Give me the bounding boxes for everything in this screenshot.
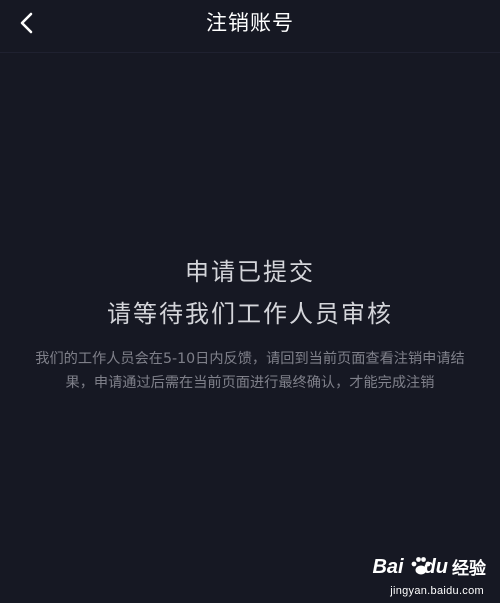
watermark-logo-bai: Bai: [372, 556, 404, 578]
page-title: 注销账号: [206, 11, 294, 35]
paw-icon: [411, 557, 431, 575]
nav-bar: 注销账号: [0, 0, 500, 53]
status-heading-submitted: 申请已提交: [185, 258, 315, 286]
status-description: 我们的工作人员会在5-10日内反馈，请回到当前页面查看注销申请结果，申请通过后需…: [35, 351, 465, 391]
account-cancellation-screen: 注销账号 申请已提交 请等待我们工作人员审核 我们的工作人员会在5-10日内反馈…: [0, 0, 500, 603]
status-heading-awaiting-review: 请等待我们工作人员审核: [107, 300, 393, 328]
watermark-url: jingyan.baidu.com: [390, 585, 484, 597]
watermark-logo-jingyan: 经验: [452, 559, 486, 578]
baidu-jingyan-watermark: Bai du 经验 jingyan.baidu.com: [372, 553, 490, 597]
